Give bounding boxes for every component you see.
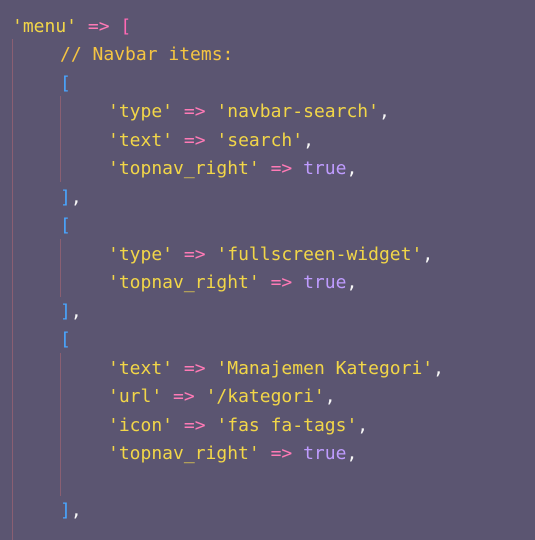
code-token-punct [173,130,184,151]
code-token-punct [292,443,303,464]
indent-guide-block-3 [60,353,61,496]
code-token-punct [206,415,217,436]
code-token-punct [206,130,217,151]
code-token-str: 'Manajemen Kategori' [216,357,434,379]
code-line[interactable]: ], [60,298,82,327]
code-token-punct [206,358,217,379]
code-line[interactable]: 'menu' => [ [12,13,131,42]
code-token-str: 'type' [108,101,174,122]
code-token-op: => [270,443,293,464]
code-editor[interactable]: 'menu' => [// Navbar items:['type' => 'n… [0,0,535,540]
code-token-punct [292,272,303,293]
code-token-bracket: [ [60,329,71,350]
code-token-comment: // Navbar items: [60,44,234,65]
code-token-op: => [270,158,293,179]
code-line[interactable]: 'type' => 'fullscreen-widget', [108,241,433,270]
code-token-punct [206,101,217,122]
code-token-op: => [183,243,206,265]
code-line[interactable]: 'text' => 'search', [108,127,314,156]
code-line[interactable]: 'text' => 'Manajemen Kategori', [108,355,444,384]
code-token-punct: , [433,357,444,379]
code-line[interactable]: // Navbar items: [60,41,233,70]
code-token-punct [260,158,271,179]
code-token-punct [260,443,271,464]
code-token-punct: , [324,386,336,407]
code-token-op: => [270,272,293,293]
code-token-punct [173,101,184,122]
code-token-punct: , [357,414,369,436]
code-token-punct: , [70,300,82,322]
code-token-bracket: ] [60,186,71,208]
code-token-punct [292,158,303,179]
code-line[interactable]: ], [60,184,82,213]
code-line[interactable]: 'topnav_right' => true, [108,440,357,469]
code-line[interactable]: 'icon' => 'fas fa-tags', [108,412,368,441]
code-token-op: => [183,414,206,436]
code-token-bracket: ] [60,500,71,521]
code-token-str: 'navbar-search' [216,101,379,122]
code-token-punct: , [378,101,390,122]
code-line[interactable]: 'type' => 'navbar-search', [108,98,390,127]
code-token-op: => [183,129,206,151]
code-token-bool: true [303,272,347,293]
code-token-bool: true [303,158,347,179]
code-token-punct: , [346,272,358,293]
code-token-str: 'search' [216,129,304,151]
code-line[interactable]: 'topnav_right' => true, [108,155,357,184]
code-token-punct [77,16,88,37]
code-token-str: 'menu' [12,15,78,37]
code-token-str: 'fullscreen-widget' [216,243,423,265]
code-token-str: 'fas fa-tags' [216,414,358,436]
code-token-op: => [87,15,110,37]
code-token-bracket-outer: [ [120,15,132,37]
code-token-str: 'topnav_right' [108,272,260,293]
code-token-punct [260,272,271,293]
code-line[interactable]: ], [60,497,82,526]
code-token-op: => [183,101,206,122]
code-line[interactable]: 'topnav_right' => true, [108,269,357,298]
code-token-bracket: ] [60,300,71,322]
code-token-punct: , [346,158,358,179]
code-token-bracket: [ [60,72,71,94]
code-token-punct: , [70,500,82,521]
code-token-punct: , [422,243,434,265]
code-line[interactable]: [ [60,70,71,99]
code-token-str: 'url' [108,386,163,407]
code-token-punct [173,358,184,379]
code-token-bracket: [ [60,215,71,236]
code-token-str: 'topnav_right' [108,158,260,179]
code-token-bool: true [303,443,347,464]
indent-guide-outer [12,39,13,540]
code-token-punct [206,244,217,265]
code-token-str: 'type' [108,243,174,265]
code-token-punct [173,244,184,265]
indent-guide-block-2 [60,239,61,297]
code-token-punct [162,386,173,407]
code-line[interactable]: [ [60,212,71,241]
code-line[interactable]: [ [60,326,71,355]
code-token-punct [110,16,121,37]
code-token-punct: , [70,186,82,208]
code-token-punct [195,386,206,407]
code-token-op: => [173,386,195,407]
code-token-str: 'text' [108,129,174,151]
code-token-punct [173,415,184,436]
code-token-punct: , [346,443,358,464]
code-line[interactable]: 'url' => '/kategori', [108,383,336,412]
code-token-op: => [183,357,206,379]
code-token-punct: , [303,129,314,151]
indent-guide-block-1 [60,96,61,182]
code-token-str: 'text' [108,357,174,379]
code-token-str: 'topnav_right' [108,443,260,464]
code-token-str: '/kategori' [205,386,325,407]
code-token-str: 'icon' [108,414,174,436]
